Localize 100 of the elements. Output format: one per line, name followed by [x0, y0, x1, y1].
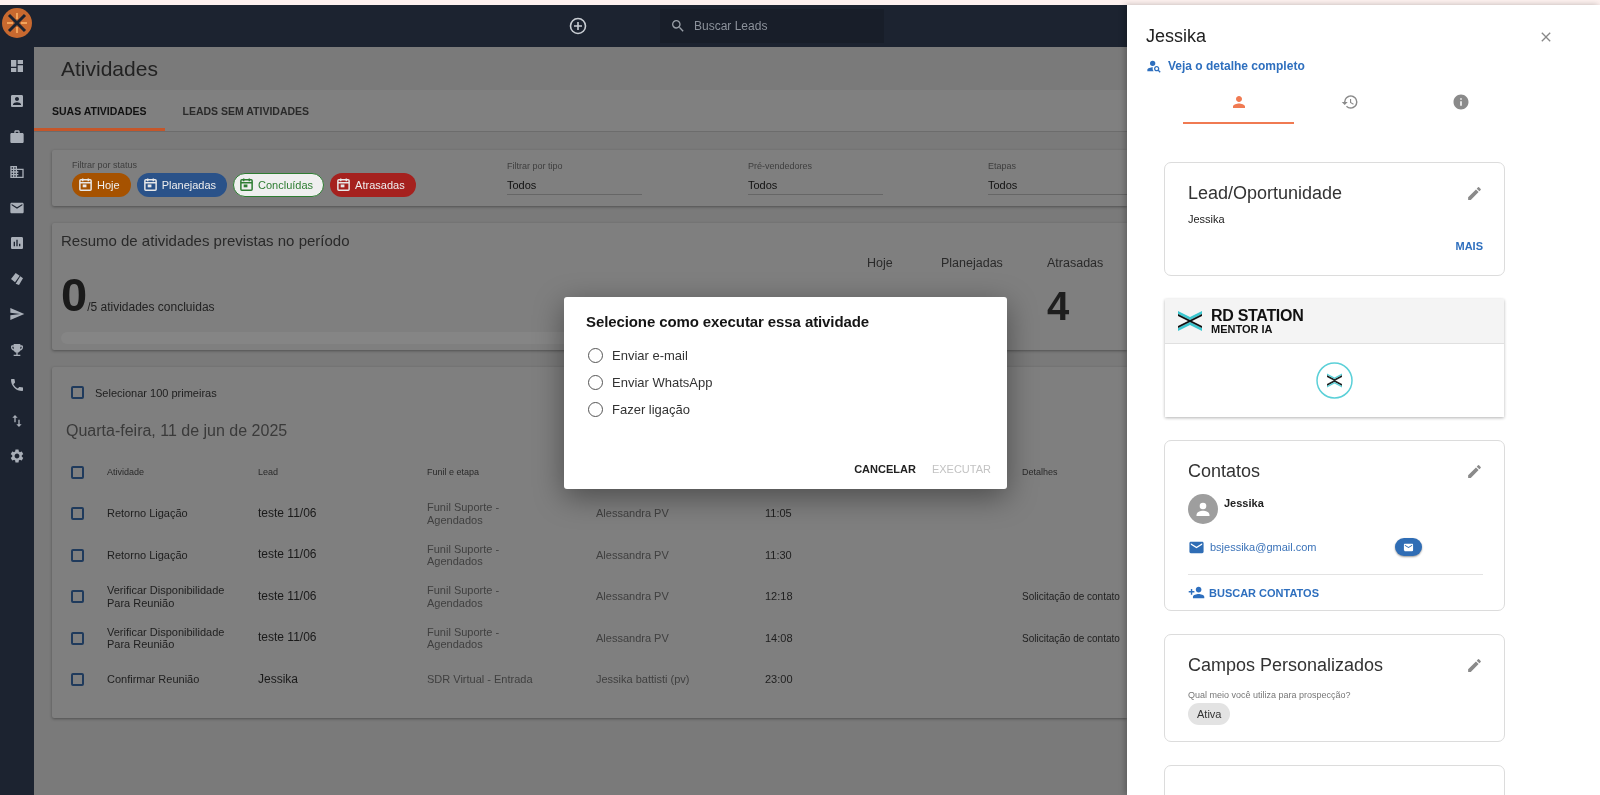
table-cell: Alessandra PV [596, 631, 669, 645]
column-header: Lead [258, 466, 280, 479]
field-question: Qual meio você utiliza para prospecção? [1188, 690, 1352, 700]
table-cell: SDR Virtual - Entrada [427, 673, 533, 687]
table-cell-text: Confirmar Reunião [107, 673, 201, 687]
lead-name: Jessika [1188, 213, 1226, 225]
table-cell: Solicitação de contato [1022, 591, 1120, 603]
table-cell: 11:05 [765, 507, 792, 521]
column-header: Funil e etapa [427, 466, 481, 479]
table-cell: Alessandra PV [596, 548, 669, 562]
history-icon [1340, 93, 1359, 111]
brand-subtitle: MENTOR IA [1211, 323, 1274, 335]
stat-label: Planejadas [941, 256, 1004, 270]
tags-icon[interactable] [9, 270, 25, 287]
select-field[interactable]: Todos [507, 179, 642, 195]
calendar-icon [239, 177, 255, 192]
checkbox[interactable] [71, 673, 84, 687]
logo-icon [1177, 309, 1203, 333]
filter-label: Etapas [988, 161, 1018, 171]
completed-count: 0 [61, 267, 88, 322]
table-cell-text: Funil Suporte - Agendados [427, 501, 501, 527]
settings-icon[interactable] [9, 448, 25, 465]
field-value: Ativa [1188, 703, 1231, 725]
table-cell: 11:30 [765, 548, 792, 562]
stat-value: 4 [1047, 284, 1071, 329]
status-chip[interactable]: Atrasadas [330, 172, 416, 197]
send-email-button[interactable] [1395, 538, 1422, 556]
table-cell: 23:00 [765, 673, 793, 687]
checkbox[interactable] [71, 386, 84, 399]
checkbox[interactable] [71, 631, 84, 645]
phone-icon[interactable] [9, 377, 25, 394]
table-cell: Jessika battisti (pv) [596, 673, 690, 687]
detail-link[interactable]: Veja o detalhe completo [1146, 58, 1305, 74]
radio-option[interactable]: Enviar WhatsApp [586, 375, 996, 390]
building-icon[interactable] [9, 164, 25, 181]
pencil-icon[interactable] [1466, 185, 1483, 202]
person-search-icon [1146, 58, 1162, 74]
table-cell-text: Retorno Ligação [107, 507, 189, 521]
status-chip[interactable]: Concluídas [233, 172, 325, 197]
calendar-icon [142, 177, 158, 192]
dashboard-icon[interactable] [9, 57, 25, 74]
table-cell-text: Funil Suporte - Agendados [427, 625, 501, 651]
tab[interactable]: SUAS ATIVIDADES [34, 90, 165, 131]
checkbox[interactable] [71, 507, 84, 521]
radio-option[interactable]: Enviar e-mail [586, 348, 996, 363]
status-chip[interactable]: Hoje [72, 172, 131, 197]
logo-icon[interactable] [2, 8, 32, 38]
email-link[interactable]: bsjessika@gmail.com [1210, 541, 1390, 553]
table-cell-text: Retorno Ligação [107, 548, 189, 562]
chart-icon[interactable] [9, 235, 25, 252]
card-title: Contatos [1188, 461, 1261, 482]
pencil-icon[interactable] [1466, 657, 1483, 674]
briefcase-icon[interactable] [9, 128, 25, 145]
dialog-button[interactable]: CANCELAR [849, 459, 921, 479]
info-icon [1451, 93, 1470, 111]
brand-name: RD STATION [1211, 307, 1304, 324]
search-field[interactable]: Buscar Leads [660, 9, 884, 43]
filter-label: Pré-vendedores [748, 161, 814, 171]
assistant-icon[interactable] [1316, 362, 1353, 399]
filter-label: Filtrar por status [72, 159, 139, 170]
checkbox[interactable] [71, 465, 84, 479]
search-icon [670, 18, 686, 34]
table-cell-text: Verificar Disponibilidade Para Reunião [107, 584, 226, 610]
checkbox[interactable] [71, 590, 84, 604]
avatar-icon [1188, 494, 1218, 524]
drawer-title: Jessika [1146, 26, 1207, 47]
date-heading: Quarta-feira, 11 de jun de 2025 [66, 421, 289, 441]
status-chip[interactable]: Planejadas [136, 172, 228, 197]
contact-name: Jessika [1224, 497, 1264, 511]
tab[interactable]: LEADS SEM ATIVIDADES [164, 90, 328, 131]
stat-label: Hoje [867, 256, 894, 270]
page-title: Atividades [60, 55, 159, 82]
table-cell-text: Funil Suporte - Agendados [427, 584, 501, 610]
search-contacts-button[interactable]: BUSCAR CONTATOS [1188, 584, 1319, 601]
add-circle-icon[interactable] [569, 17, 587, 35]
table-cell: Alessandra PV [596, 507, 669, 521]
more-button[interactable]: MAIS [1455, 240, 1483, 252]
contact-card-icon[interactable] [9, 93, 25, 110]
filter-label: Filtrar por tipo [507, 161, 564, 171]
table-cell: Alessandra PV [596, 590, 669, 604]
calendar-icon [336, 177, 352, 192]
column-header: Atividade [107, 466, 146, 479]
table-cell-text: Funil Suporte - Agendados [427, 542, 501, 568]
pencil-icon[interactable] [1466, 463, 1483, 480]
table-cell: Solicitação de contato [1022, 632, 1120, 644]
mail-icon [1403, 541, 1414, 553]
dialog-title: Selecione como executar essa atividade [586, 313, 870, 330]
radio-option[interactable]: Fazer ligação [586, 402, 996, 417]
checkbox[interactable] [71, 548, 84, 562]
person-add-icon [1188, 584, 1205, 601]
select-field[interactable]: Todos [748, 179, 883, 195]
table-cell: Jessika [258, 672, 298, 687]
card-title: Campos Personalizados [1188, 655, 1384, 676]
card-title: Lead/Oportunidade [1188, 183, 1343, 204]
table-cell: teste 11/06 [258, 548, 317, 563]
send-icon[interactable] [9, 306, 25, 323]
trophy-icon[interactable] [9, 341, 25, 358]
table-cell: 14:08 [765, 631, 793, 645]
table-cell-text: Verificar Disponibilidade Para Reunião [107, 625, 226, 651]
total-label: /5 atividades concluidas [87, 300, 215, 314]
